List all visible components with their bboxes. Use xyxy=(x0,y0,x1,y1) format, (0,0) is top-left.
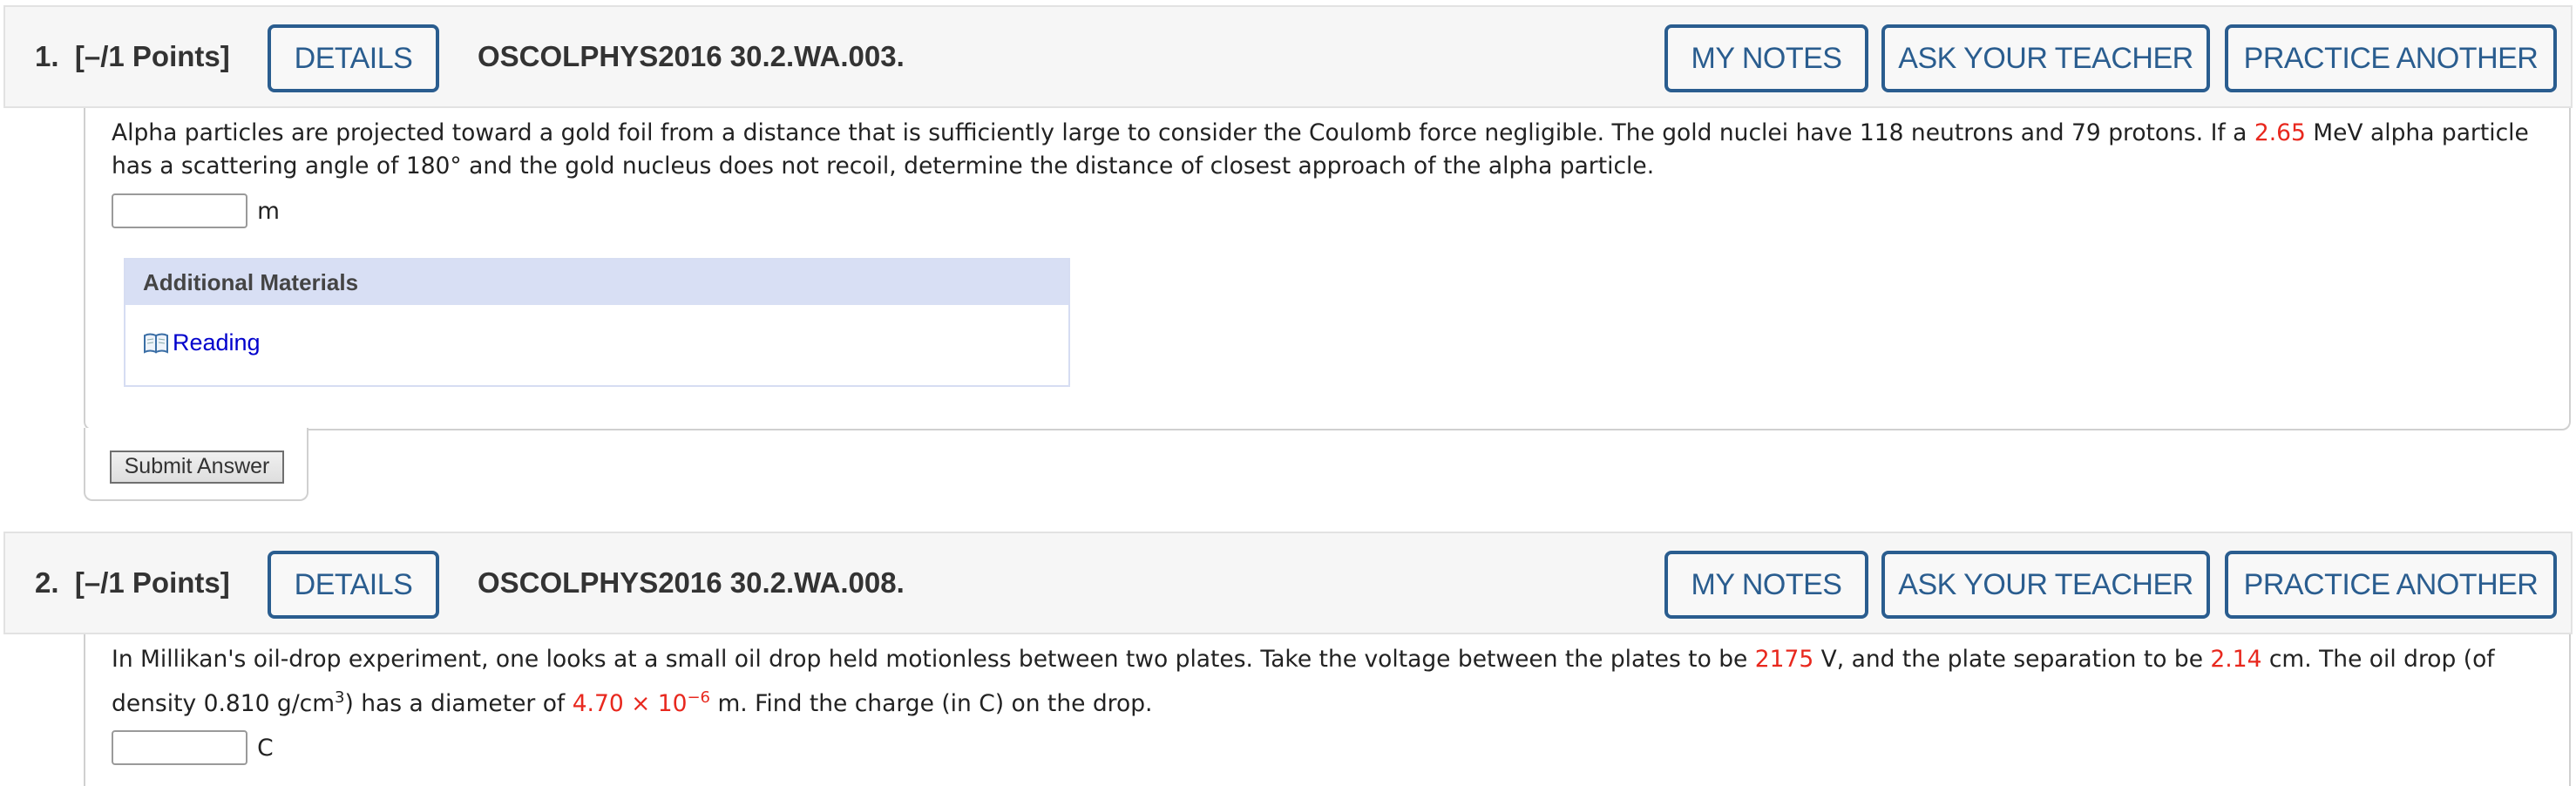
question-2-text: In Millikan's oil-drop experiment, one l… xyxy=(112,643,2495,676)
question-2-header: 2. [–/1 Points] DETAILS OSCOLPHYS2016 30… xyxy=(3,532,2573,634)
answer-input[interactable] xyxy=(112,193,247,228)
question-2-text-line2: density 0.810 g/cm3) has a diameter of 4… xyxy=(112,681,1152,721)
question-number: 2. xyxy=(35,566,59,599)
question-code: OSCOLPHYS2016 30.2.WA.003. xyxy=(478,40,905,72)
question-1-body: Alpha particles are projected toward a g… xyxy=(84,108,2571,430)
ask-your-teacher-button[interactable]: ASK YOUR TEACHER xyxy=(1881,551,2210,619)
question-text-part: V, and the plate separation to be xyxy=(1813,646,2211,673)
question-1-points: 1. [–/1 Points] xyxy=(35,7,230,106)
additional-materials-panel: Additional Materials Reading xyxy=(124,258,1070,387)
details-button[interactable]: DETAILS xyxy=(268,24,439,92)
voltage-value: 2175 xyxy=(1754,646,1814,673)
question-1-text-line2: has a scattering angle of 180° and the g… xyxy=(112,152,1655,180)
question-text-part: MeV alpha particle xyxy=(2305,119,2529,146)
question-text-part: ) has a diameter of xyxy=(344,689,573,717)
question-text-part: cm. The oil drop (of xyxy=(2261,646,2495,673)
answer-unit: C xyxy=(257,734,274,762)
submit-tab: Submit Answer xyxy=(84,428,308,501)
superscript: 3 xyxy=(335,688,345,707)
ask-your-teacher-button[interactable]: ASK YOUR TEACHER xyxy=(1881,24,2210,92)
reading-link[interactable]: Reading xyxy=(143,329,261,356)
separation-value: 2.14 xyxy=(2210,646,2262,673)
diameter-mantissa: 4.70 × 10 xyxy=(572,689,688,717)
answer-unit: m xyxy=(257,197,280,225)
my-notes-button[interactable]: MY NOTES xyxy=(1664,24,1868,92)
question-text-part: In Millikan's oil-drop experiment, one l… xyxy=(112,646,1755,673)
details-button[interactable]: DETAILS xyxy=(268,551,439,619)
practice-another-button[interactable]: PRACTICE ANOTHER xyxy=(2225,551,2557,619)
book-icon xyxy=(143,332,169,355)
answer-row: m xyxy=(112,193,280,228)
answer-input[interactable] xyxy=(112,730,247,765)
points-label: [–/1 Points] xyxy=(74,566,230,599)
question-1-text: Alpha particles are projected toward a g… xyxy=(112,117,2529,150)
submit-answer-button[interactable]: Submit Answer xyxy=(110,451,284,484)
diameter-value: 4.70 × 10−6 xyxy=(572,688,711,717)
question-code: OSCOLPHYS2016 30.2.WA.008. xyxy=(478,566,905,599)
question-text-part: Alpha particles are projected toward a g… xyxy=(112,119,2254,146)
answer-row: C xyxy=(112,730,274,765)
points-label: [–/1 Points] xyxy=(74,40,230,72)
energy-value: 2.65 xyxy=(2254,119,2306,146)
question-text-part: density 0.810 g/cm xyxy=(112,689,336,717)
additional-materials-title: Additional Materials xyxy=(125,260,1068,305)
question-text-part: m. Find the charge (in C) on the drop. xyxy=(710,689,1153,717)
reading-label[interactable]: Reading xyxy=(173,329,261,356)
question-2-body: In Millikan's oil-drop experiment, one l… xyxy=(84,634,2571,786)
diameter-exponent: −6 xyxy=(687,688,711,707)
question-2-points: 2. [–/1 Points] xyxy=(35,533,230,633)
practice-another-button[interactable]: PRACTICE ANOTHER xyxy=(2225,24,2557,92)
my-notes-button[interactable]: MY NOTES xyxy=(1664,551,1868,619)
question-1-header: 1. [–/1 Points] DETAILS OSCOLPHYS2016 30… xyxy=(3,5,2573,108)
question-number: 1. xyxy=(35,40,59,72)
